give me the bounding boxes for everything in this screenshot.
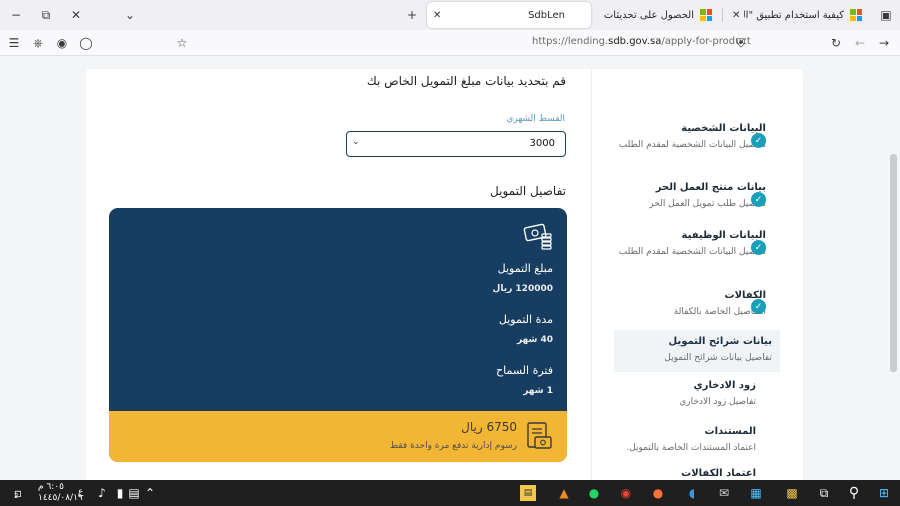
speaker-icon[interactable]: ♪ [94,485,110,501]
step-description: تفاصيل بيانات شرائح التمويل [664,353,772,363]
vlc-icon[interactable]: ▲ [556,485,572,501]
step-title: المستندات [704,426,756,437]
step-description: التفاصيل الخاصة بالكفالة [673,307,766,317]
address-bar[interactable]: https://lending.sdb.gov.sa/apply-for-pro… [532,36,751,47]
new-tab-icon[interactable]: + [402,5,422,25]
grace-period-label: فترة السماح [496,364,553,377]
step-guarantees[interactable]: الكفالات التفاصيل الخاصة بالكفالة [596,290,766,319]
step-title: بيانات منتج العمل الحر [655,182,766,193]
step-title: البيانات الوظيفية [681,230,766,241]
step-freelance-product[interactable]: بيانات منتج العمل الحر تفاصيل طلب تمويل … [596,182,766,211]
step-complete-check-icon: ✓ [751,192,766,207]
step-documents[interactable]: المستندات اعتماد المستندات الخاصة بالتمو… [586,426,756,455]
step-description: تفاصيل طلب تمويل العمل الحر [649,199,766,209]
whatsapp-icon[interactable]: ● [586,485,602,501]
clock-time[interactable]: ٦:٠٥ م [38,482,64,492]
step-description: تفاصيل البيانات الشخصية لمقدم الطلب [618,140,766,150]
tab-title: كيفية استخدام تطبيق "التحقق من [744,9,844,21]
url-domain: sdb.gov.sa [608,36,662,47]
monthly-installment-label: القسط الشهري [506,114,565,124]
finance-duration-label: مدة التمويل [498,313,553,326]
finance-amount-label: مبلغ التمويل [497,262,553,275]
firefox-view-icon[interactable]: ▣ [876,5,896,25]
minimize-icon[interactable]: − [6,5,26,25]
close-tab-icon[interactable]: ✕ [732,10,740,21]
step-employment-data[interactable]: البيانات الوظيفية تفاصيل البيانات الشخصي… [596,230,766,259]
search-icon[interactable]: ⚲ [846,485,862,501]
mail-icon[interactable]: ✉ [716,485,732,501]
finance-duration-value: 40 شهر [516,335,553,345]
page-title: قم بتحديد بيانات مبلغ التمويل الخاص بك [366,74,566,88]
windows-taskbar: ▫ 2 ٦:٠٥ م ١٤٤٥/٠٨/١٩ ع ♪ ▮ ▤ ⌃ ▤ ▲ ● ◉ … [0,480,900,506]
tab-verify-app[interactable]: ✕ كيفية استخدام تطبيق "التحقق من [726,2,870,28]
step-guarantee-approval[interactable]: اعتماد الكفالات [586,468,756,479]
finance-amount-value: 120000 ريال [492,284,553,294]
invoice-icon [527,422,552,449]
page-viewport: قم بتحديد بيانات مبلغ التمويل الخاص بك ا… [0,56,900,480]
network-icon[interactable]: ▤ [126,485,142,501]
clock-date[interactable]: ١٤٤٥/٠٨/١٩ [38,493,83,503]
step-complete-check-icon: ✓ [751,299,766,314]
url-prefix: https://lending. [532,36,609,47]
admin-fee-bar: 6750 ريال رسوم إدارية تدفع مرة واحدة فقط [109,411,567,462]
reload-icon[interactable]: ↻ [826,33,846,53]
step-personal-data[interactable]: البيانات الشخصية تفاصيل البيانات الشخصية… [596,123,766,152]
tab-separator [722,8,723,22]
step-title: اعتماد الكفالات [681,468,756,479]
restore-window-icon[interactable]: ⧉ [36,5,56,25]
shield-icon[interactable]: ⛨ [731,33,751,53]
step-description: تفاصيل زود الادخاري [679,397,756,407]
task-view-icon[interactable]: ⧉ [816,485,832,501]
finance-details-heading: تفاصيل التمويل [490,184,566,198]
chevron-down-icon: ⌄ [352,137,360,147]
extensions-icon[interactable]: ⎈ [28,33,48,53]
back-arrow-icon[interactable]: ← [850,33,870,53]
card-divider [591,69,592,480]
step-description: تفاصيل البيانات الشخصية لمقدم الطلب [618,247,766,257]
windows-start-icon[interactable]: ⊞ [876,485,892,501]
navigation-bar: ☰ ⎈ ◉ ◯ ☆ https://lending.sdb.gov.sa/app… [0,30,900,56]
list-tabs-chevron-icon[interactable]: ⌄ [120,5,140,25]
tab-sdblen[interactable]: ✕ SdbLen [427,2,591,28]
grace-period-value: 1 شهر [523,386,553,396]
step-title: بيانات شرائح التمويل [668,336,772,347]
close-window-icon[interactable]: ✕ [66,5,86,25]
bookmark-star-icon[interactable]: ☆ [172,33,192,53]
notification-count: 2 [14,492,19,500]
tab-windows-updates[interactable]: الحصول على تحديثات Windows [594,2,720,28]
scrollbar-thumb[interactable] [890,154,897,372]
step-complete-check-icon: ✓ [751,240,766,255]
close-tab-icon[interactable]: ✕ [433,10,441,21]
admin-fee-note: رسوم إدارية تدفع مرة واحدة فقط [389,441,517,451]
tab-title: SdbLen [528,9,565,21]
step-zood-savings[interactable]: زود الادخاري تفاصيل زود الادخاري [586,380,756,409]
chrome-icon[interactable]: ◉ [618,485,634,501]
monthly-installment-select[interactable]: 3000 ⌄ [346,131,566,157]
tab-bar: − ⧉ ✕ ⌄ + ✕ SdbLen الحصول على تحديثات Wi… [0,0,900,30]
step-description: اعتماد المستندات الخاصة بالتمويل. [626,443,756,453]
finance-details-card: مبلغ التمويل 120000 ريال مدة التمويل 40 … [109,208,567,462]
admin-fee-amount: 6750 ريال [461,420,517,434]
step-title: البيانات الشخصية [681,123,766,134]
forward-arrow-icon[interactable]: → [874,33,894,53]
file-explorer-icon[interactable]: ▤ [520,485,536,501]
account-icon[interactable]: ◉ [52,33,72,53]
input-language[interactable]: ع [78,487,83,497]
money-icon [523,223,552,250]
microsoft-logo-icon [850,9,862,21]
tab-title: الحصول على تحديثات Windows [602,9,694,21]
folder-icon[interactable]: ▩ [784,485,800,501]
step-title: زود الادخاري [693,380,756,391]
microsoft-logo-icon [700,9,712,21]
edge-icon[interactable]: ◖ [684,485,700,501]
chevron-up-icon[interactable]: ⌃ [142,485,158,501]
step-finance-tranches[interactable]: بيانات شرائح التمويل تفاصيل بيانات شرائح… [602,336,772,365]
firefox-icon[interactable]: ● [650,485,666,501]
monthly-installment-value: 3000 [529,138,555,149]
step-complete-check-icon: ✓ [751,133,766,148]
menu-icon[interactable]: ☰ [4,33,24,53]
step-title: الكفالات [724,290,766,301]
pocket-icon[interactable]: ◯ [76,33,96,53]
store-icon[interactable]: ▦ [748,485,764,501]
